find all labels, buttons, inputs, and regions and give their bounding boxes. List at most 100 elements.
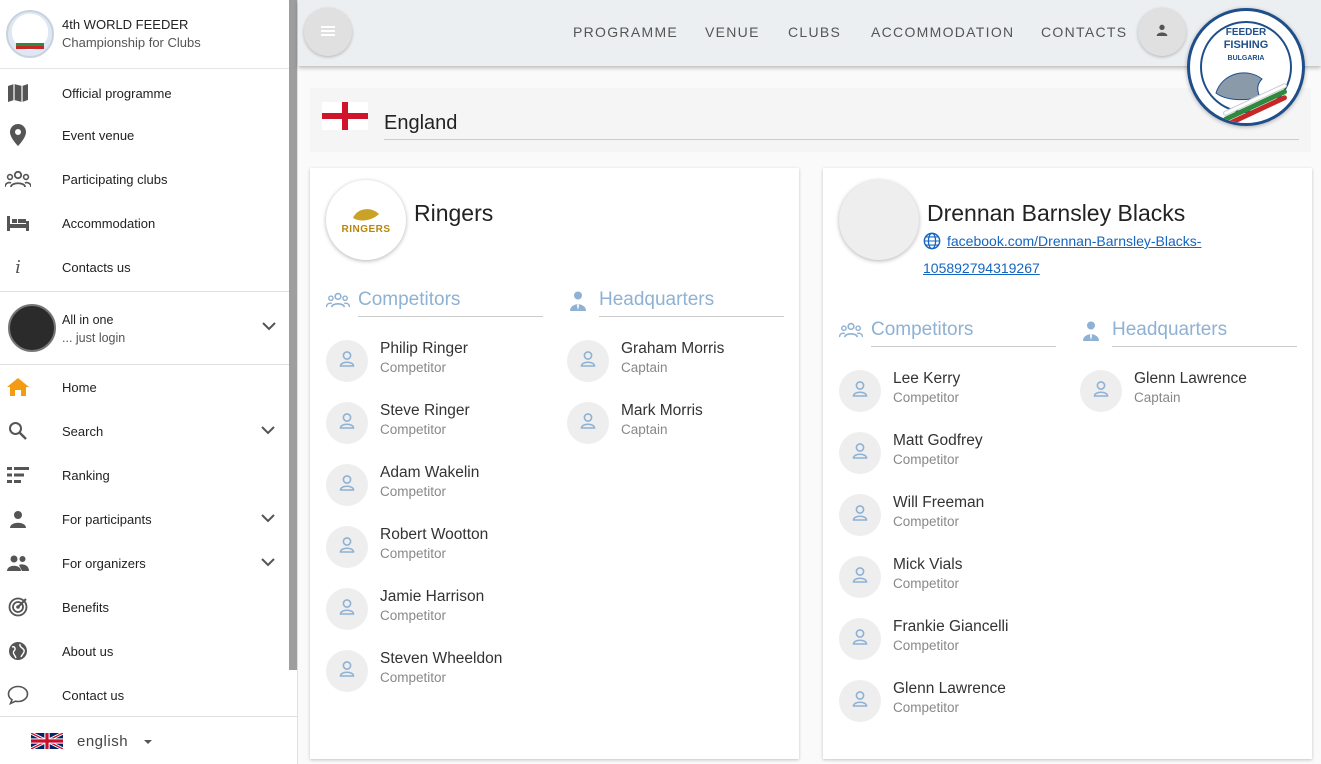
emblem-line1: FEEDER [1225,27,1267,38]
brand-header[interactable]: 4th WORLD FEEDER Championship for Clubs [0,0,289,69]
person-role: Captain [621,360,668,375]
person-icon [851,566,869,589]
competitors-heading: Competitors [358,289,461,310]
sidebar-item-contact-us[interactable]: Contact us [0,673,289,717]
sidebar-item-accommodation[interactable]: Accommodation [0,201,289,245]
person-name: Steve Ringer [380,402,470,419]
person-row[interactable]: Jamie Harrison Competitor [326,586,546,634]
user-account-row[interactable]: All in one ... just login [0,292,289,364]
tie-person-icon [1083,321,1099,346]
person-row[interactable]: Steve Ringer Competitor [326,400,546,448]
chevron-down-icon[interactable] [261,511,275,526]
language-selector[interactable]: english [0,716,297,764]
person-row[interactable]: Philip Ringer Competitor [326,338,546,386]
person-row[interactable]: Matt Godfrey Competitor [839,430,1059,478]
club-name: Drennan Barnsley Blacks [927,200,1186,226]
hamburger-icon [321,23,335,41]
uk-flag-icon [31,733,63,749]
avatar [326,526,368,568]
sidebar-item-label: Ranking [62,467,110,483]
user-title: All in one [62,313,114,327]
person-row[interactable]: Adam Wakelin Competitor [326,462,546,510]
sidebar-item-label: About us [62,643,114,659]
avatar [326,650,368,692]
chevron-down-icon[interactable] [261,555,275,570]
person-row[interactable]: Mick Vials Competitor [839,554,1059,602]
person-role: Competitor [380,484,447,499]
person-role: Captain [621,422,668,437]
person-row[interactable]: Will Freeman Competitor [839,492,1059,540]
sidebar-scrollbar[interactable] [289,0,297,670]
avatar [326,464,368,506]
person-name: Robert Wootton [380,526,489,543]
home-icon [0,365,36,409]
ranking-list-icon [0,453,36,497]
avatar [839,556,881,598]
sidebar-item-ranking[interactable]: Ranking [0,453,289,497]
tie-person-icon [570,291,586,316]
group-icon [0,157,36,201]
sidebar-item-benefits[interactable]: Benefits [0,585,289,629]
topnav-accommodation[interactable]: ACCOMMODATION [871,24,1014,40]
person-name: Adam Wakelin [380,464,480,481]
sidebar-item-label: For organizers [62,555,146,571]
emblem-line2: FISHING [1223,39,1269,51]
sidebar-item-for-participants[interactable]: For participants [0,497,289,541]
person-row[interactable]: Robert Wootton Competitor [326,524,546,572]
person-row[interactable]: Frankie Giancelli Competitor [839,616,1059,664]
person-row[interactable]: Graham Morris Captain [567,338,787,386]
person-name: Philip Ringer [380,340,468,357]
sidebar-item-label: Contact us [62,687,125,703]
sidebar-item-label: Event venue [62,127,135,143]
person-row[interactable]: Glenn Lawrence Competitor [839,678,1059,726]
person-role: Competitor [380,546,447,561]
group-icon [838,322,864,343]
sidebar-main-nav: Home Search Ranking For participants For… [0,365,289,717]
sidebar-item-label: For participants [62,511,152,527]
person-icon [851,380,869,403]
chat-bubble-icon [0,673,36,717]
topnav-contacts[interactable]: CONTACTS [1041,24,1127,40]
sidebar-item-home[interactable]: Home [0,365,289,409]
divider [871,346,1056,347]
sidebar-top-nav: Official programme Event venue Participa… [0,69,289,289]
championship-logo [6,10,54,58]
club-logo-text: RINGERS [341,223,391,235]
person-row[interactable]: Steven Wheeldon Competitor [326,648,546,696]
user-subtitle: ... just login [62,331,126,345]
person-role: Competitor [893,576,960,591]
person-row[interactable]: Mark Morris Captain [567,400,787,448]
person-icon [579,350,597,373]
person-row[interactable]: Glenn Lawrence Captain [1080,368,1300,416]
sidebar-item-event-venue[interactable]: Event venue [0,113,289,157]
avatar [839,494,881,536]
competitors-heading: Competitors [871,319,974,340]
person-role: Competitor [380,670,447,685]
person-role: Competitor [893,452,960,467]
avatar [1080,370,1122,412]
menu-button[interactable] [304,8,352,56]
avatar [326,402,368,444]
sidebar-item-official-programme[interactable]: Official programme [0,71,289,115]
location-pin-icon [0,113,36,157]
person-row[interactable]: Lee Kerry Competitor [839,368,1059,416]
chevron-down-icon[interactable] [261,423,275,438]
topnav-programme[interactable]: PROGRAMME [573,24,678,40]
sidebar-item-for-organizers[interactable]: For organizers [0,541,289,585]
account-button[interactable] [1138,8,1186,56]
language-label: english [77,733,129,750]
person-role: Competitor [893,390,960,405]
sidebar-item-search[interactable]: Search [0,409,289,453]
sidebar-item-label: Participating clubs [62,171,168,187]
info-icon: i [15,256,21,278]
person-role: Competitor [380,608,447,623]
sidebar-item-participating-clubs[interactable]: Participating clubs [0,157,289,201]
sidebar-item-label: Benefits [62,599,109,615]
topnav-venue[interactable]: VENUE [705,24,760,40]
club-facebook-link[interactable]: facebook.com/Drennan-Barnsley-Blacks-105… [923,233,1201,276]
sidebar-item-label: Accommodation [62,215,156,231]
topnav-clubs[interactable]: CLUBS [788,24,841,40]
chevron-down-icon[interactable] [262,318,276,336]
sidebar-item-about-us[interactable]: About us [0,629,289,673]
sidebar-item-contacts-us[interactable]: i Contacts us [0,245,289,289]
